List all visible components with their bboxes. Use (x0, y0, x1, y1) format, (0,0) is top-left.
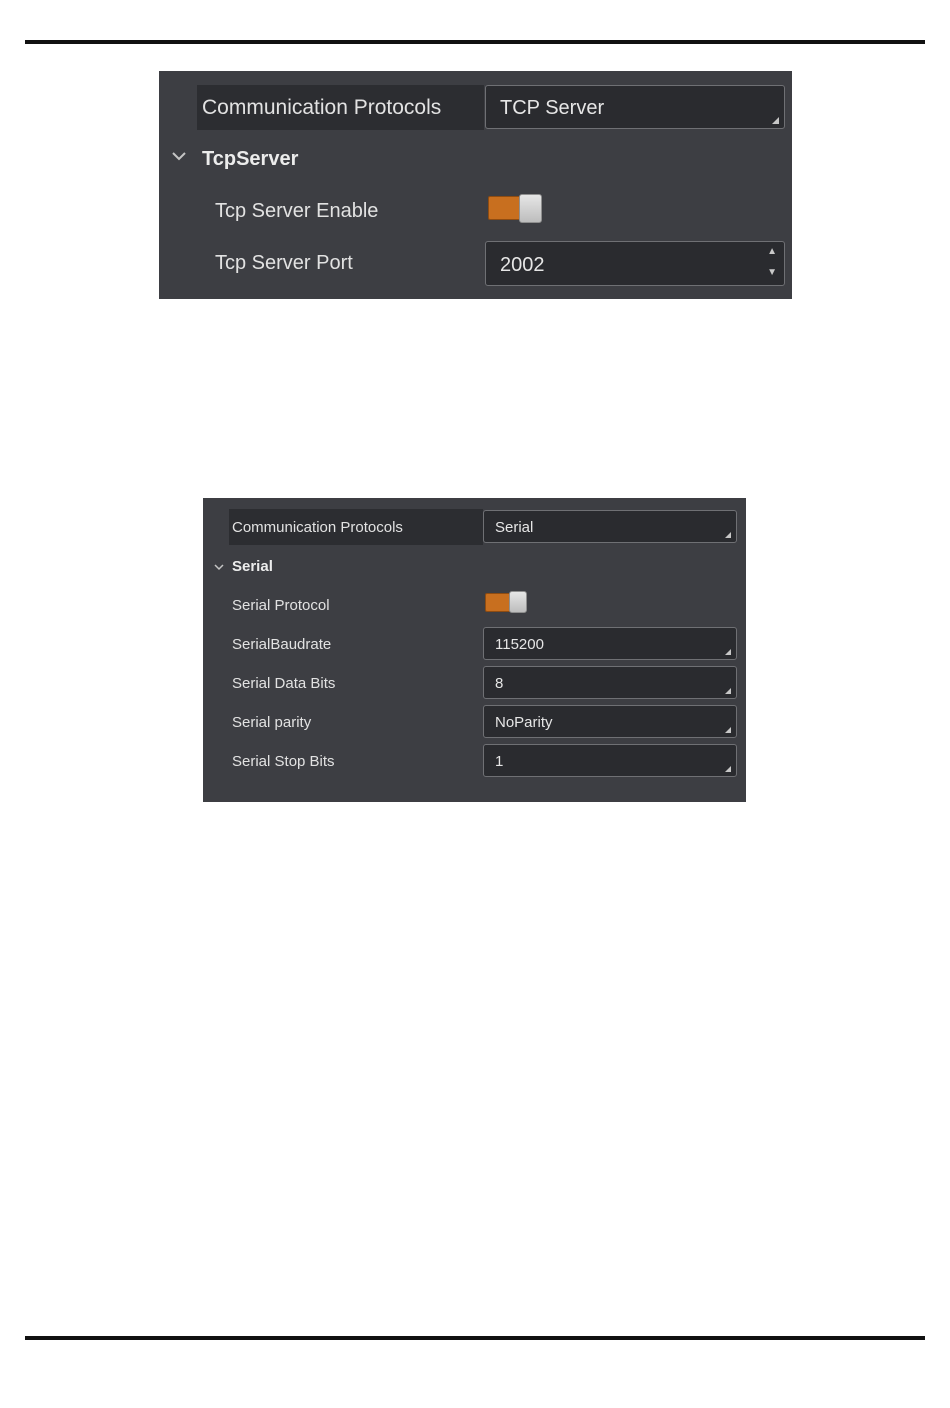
serial-protocol-toggle[interactable] (485, 591, 528, 614)
chevron-down-icon[interactable] (171, 149, 187, 167)
serial-parity-value: NoParity (495, 714, 553, 731)
dropdown-corner-icon (772, 117, 779, 124)
tcp-server-port-value: 2002 (500, 254, 545, 276)
communication-protocols-label: Communication Protocols (232, 519, 403, 536)
dropdown-corner-icon (725, 532, 731, 538)
chevron-down-icon[interactable] (213, 559, 225, 577)
serial-settings-panel: Communication Protocols Serial Serial Se… (203, 498, 746, 802)
serial-data-bits-value: 8 (495, 675, 504, 692)
tcp-server-settings-panel: Communication Protocols TCP Server TcpSe… (159, 71, 792, 299)
tcp-server-port-spinbox[interactable]: 2002 ▲ ▼ (485, 241, 785, 286)
toggle-knob (509, 591, 527, 613)
tcp-server-group-title[interactable]: TcpServer (202, 148, 298, 171)
serial-stop-bits-label: Serial Stop Bits (232, 753, 335, 770)
serial-parity-select[interactable]: NoParity (483, 705, 737, 738)
communication-protocols-value: TCP Server (500, 97, 605, 119)
tcp-server-port-label: Tcp Server Port (215, 252, 353, 274)
tcp-server-enable-label: Tcp Server Enable (215, 200, 379, 222)
serial-protocol-label: Serial Protocol (232, 597, 330, 614)
dropdown-corner-icon (725, 649, 731, 655)
communication-protocols-select[interactable]: TCP Server (485, 85, 785, 129)
bottom-rule (25, 1336, 925, 1340)
serial-parity-label: Serial parity (232, 714, 312, 731)
toggle-knob (519, 194, 542, 223)
spin-up-icon[interactable]: ▲ (767, 247, 777, 257)
tcp-server-enable-toggle[interactable] (488, 194, 543, 224)
dropdown-corner-icon (725, 688, 731, 694)
serial-baudrate-select[interactable]: 115200 (483, 627, 737, 660)
communication-protocols-value: Serial (495, 519, 534, 536)
serial-baudrate-value: 115200 (495, 636, 544, 653)
communication-protocols-select[interactable]: Serial (483, 510, 737, 543)
serial-baudrate-label: SerialBaudrate (232, 636, 332, 653)
serial-stop-bits-select[interactable]: 1 (483, 744, 737, 777)
top-rule (25, 40, 925, 44)
spin-down-icon[interactable]: ▼ (767, 268, 777, 278)
serial-group-title[interactable]: Serial (232, 558, 273, 575)
dropdown-corner-icon (725, 727, 731, 733)
communication-protocols-label: Communication Protocols (202, 96, 442, 119)
serial-data-bits-select[interactable]: 8 (483, 666, 737, 699)
serial-stop-bits-value: 1 (495, 753, 504, 770)
serial-data-bits-label: Serial Data Bits (232, 675, 336, 692)
dropdown-corner-icon (725, 766, 731, 772)
